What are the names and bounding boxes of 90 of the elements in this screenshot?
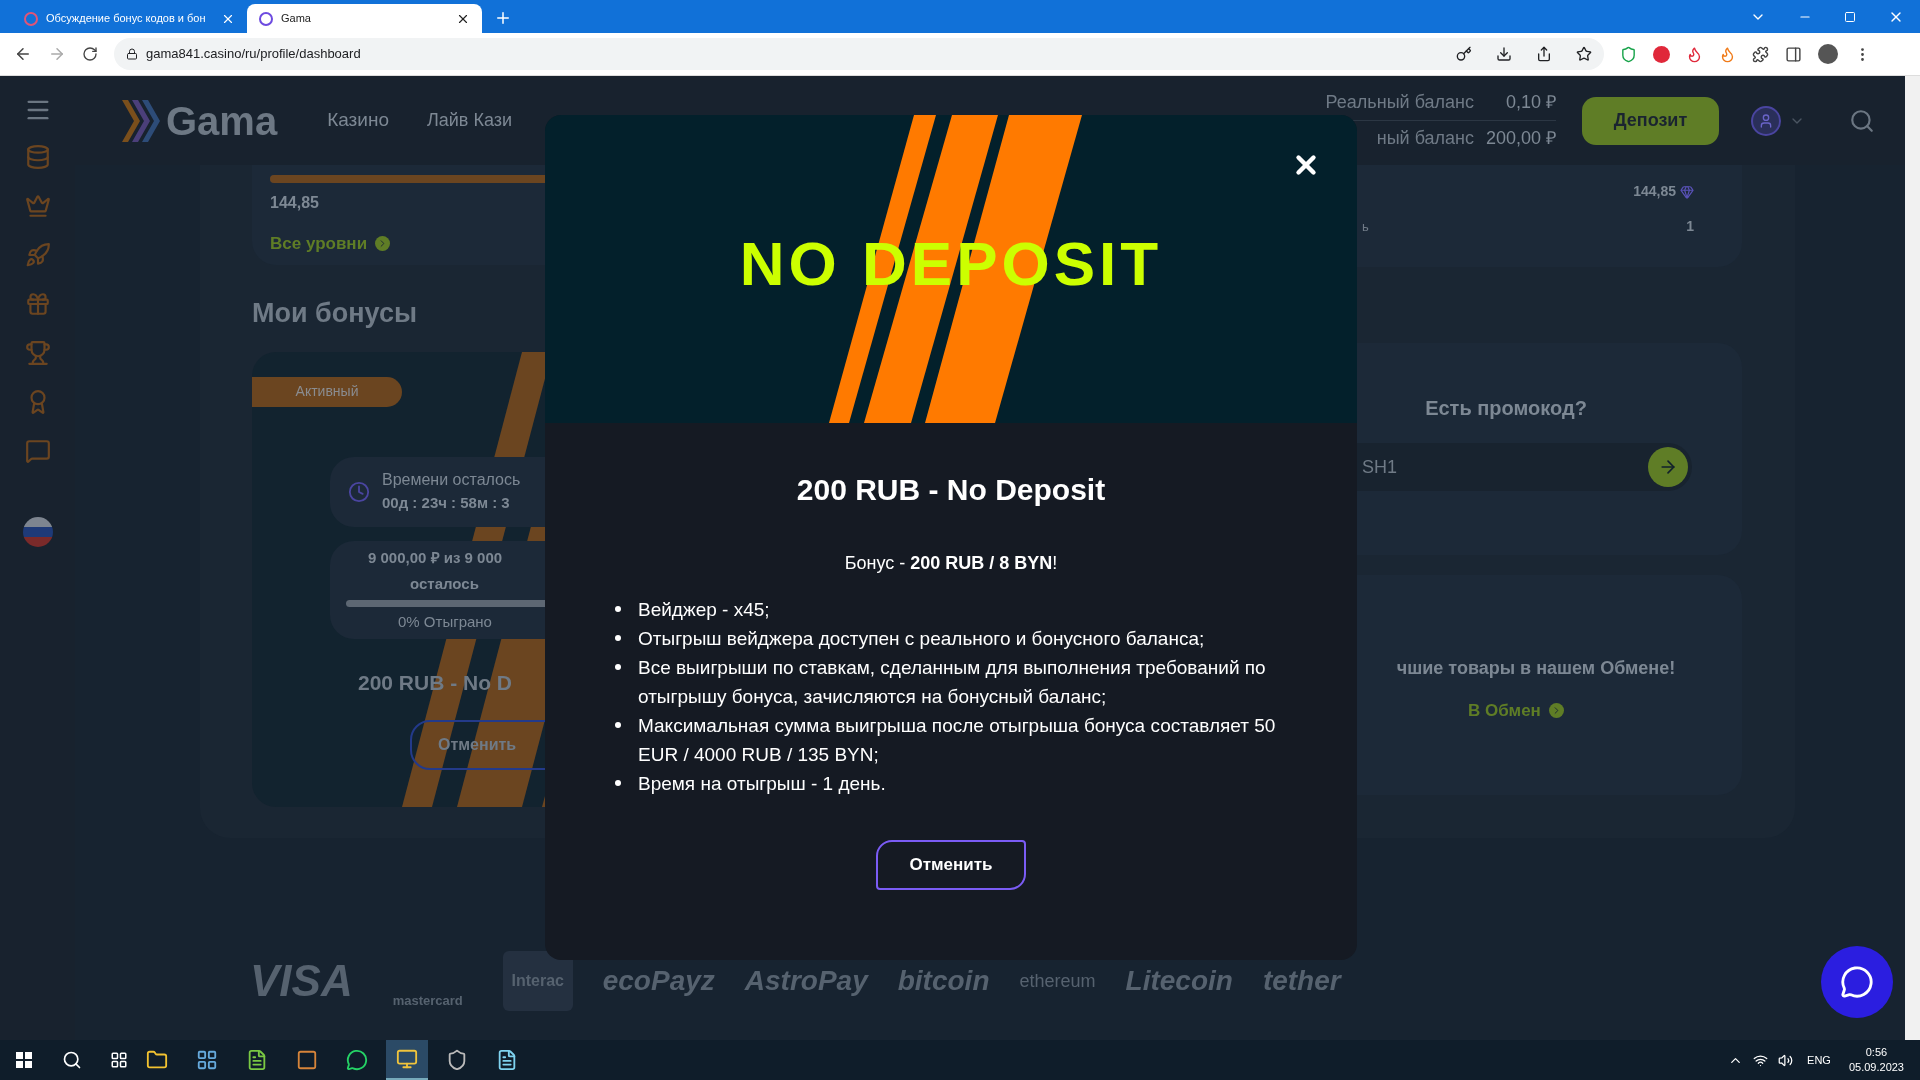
extensions-icon[interactable] — [1752, 45, 1769, 63]
payment-logo: bitcoin — [897, 964, 990, 998]
bullet-icon — [615, 722, 621, 728]
folder-icon[interactable] — [146, 1049, 168, 1071]
new-tab-icon[interactable] — [494, 9, 512, 27]
browser-icon[interactable] — [396, 1048, 418, 1070]
download-icon[interactable] — [1496, 46, 1512, 62]
wagered-percent: 0% Отыграно — [398, 611, 492, 632]
payment-logo: VISA — [250, 955, 353, 1007]
payment-logo: ethereum — [1019, 969, 1096, 993]
balance-value: 0,10 ₽ — [1504, 90, 1556, 114]
share-icon[interactable] — [1536, 46, 1552, 62]
stat-value: 144,85 — [1633, 182, 1676, 201]
wager-amount: 9 000,00 ₽ из 9 000 — [368, 547, 503, 568]
dialog-title: 200 RUB - No Deposit — [796, 472, 1106, 508]
profile-avatar[interactable] — [1818, 44, 1838, 64]
section-title: Мои бонусы — [252, 297, 418, 330]
payment-logo: mastercard — [391, 992, 464, 1011]
rule-text: Все выигрыши по ставкам, сделанным для выполнения требований по отыгрышу бонуса, зачисляются на бонусный баланс; — [638, 656, 1267, 709]
rule-text: Вейджер - x45; — [638, 598, 771, 622]
cancel-button[interactable]: Отменить — [876, 840, 1026, 890]
side-panel-icon[interactable] — [1785, 45, 1802, 63]
flame-icon[interactable] — [1719, 45, 1736, 63]
browser-tab[interactable]: Обсуждение бонус кодов и бон — [12, 4, 247, 33]
tab-title: Gama — [281, 11, 312, 27]
site-favicon-icon — [24, 11, 38, 26]
stat-value: 1 — [1686, 217, 1694, 236]
document-icon[interactable] — [246, 1049, 268, 1071]
task-view-icon[interactable] — [110, 1051, 128, 1069]
exchange-link[interactable]: В Обмен — [1468, 698, 1541, 724]
payment-logo: Litecoin — [1125, 964, 1233, 998]
shield-icon[interactable] — [446, 1049, 468, 1071]
wager-remaining: осталось — [410, 574, 479, 594]
status-badge: Активный — [252, 376, 402, 407]
back-icon[interactable] — [14, 45, 32, 63]
clock-icon — [348, 480, 370, 503]
chevron-right-icon — [1548, 703, 1564, 719]
language-indicator[interactable]: ENG — [1807, 1051, 1831, 1069]
browser-tab[interactable]: Gama — [247, 4, 482, 33]
restore-icon[interactable] — [1844, 10, 1856, 23]
exchange-text: чшие товары в нашем Обмене! — [1396, 657, 1676, 680]
volume-icon[interactable] — [1778, 1052, 1794, 1068]
site-logo[interactable]: Gama — [166, 100, 278, 141]
payment-logo: AstroPay — [744, 964, 868, 998]
key-icon[interactable] — [1456, 46, 1472, 62]
nav-link[interactable]: Казино — [327, 106, 389, 135]
tab-title: Обсуждение бонус кодов и бон — [46, 11, 207, 27]
payment-logo: ecoPayz — [602, 964, 715, 998]
stat-label: ь — [1362, 217, 1369, 236]
all-levels-link[interactable]: Все уровни — [270, 231, 368, 257]
flame-icon[interactable] — [1686, 45, 1703, 63]
submit-arrow-button[interactable] — [1648, 447, 1688, 487]
level-points: 144,85 — [270, 193, 320, 213]
timer-label: Времени осталось — [382, 470, 521, 491]
bonus-intro: Бонус - 200 RUB / 8 BYN! — [844, 552, 1058, 575]
balance-value: 200,00 ₽ — [1484, 127, 1556, 150]
chat-icon[interactable] — [346, 1049, 368, 1071]
address-bar[interactable]: gama841.casino/ru/profile/dashboard — [114, 38, 1604, 70]
reload-icon[interactable] — [82, 46, 98, 62]
nav-link[interactable]: Лайв Кази — [427, 107, 513, 134]
balance-label: ный баланс — [1376, 127, 1474, 150]
windows-start-icon[interactable] — [16, 1052, 32, 1068]
bullet-icon — [615, 635, 621, 641]
star-icon[interactable] — [1576, 46, 1592, 62]
logo-chevrons-icon — [120, 97, 162, 144]
bullet-icon — [615, 664, 621, 670]
payment-logo: tether — [1262, 964, 1341, 998]
search-icon[interactable] — [62, 1050, 82, 1070]
balance-label: Реальный баланс — [1325, 90, 1474, 114]
scrollbar[interactable] — [1905, 76, 1920, 1040]
rule-text: Время на отыгрыш - 1 день. — [638, 772, 887, 796]
timer-value: 00д : 23ч : 58м : 3 — [382, 493, 511, 514]
network-icon[interactable] — [1753, 1052, 1769, 1068]
promo-code-field[interactable]: SH1 — [1354, 443, 1692, 491]
deposit-button[interactable]: Депозит — [1582, 96, 1719, 145]
clock-date: 05.09.2023 — [1848, 1060, 1904, 1075]
site-favicon-icon — [259, 11, 273, 26]
notepad-icon[interactable] — [496, 1049, 518, 1071]
rule-text: Отыгрыш вейджера доступен с реального и бонусного баланса; — [638, 627, 1206, 651]
chat-bubble-icon — [1840, 965, 1874, 999]
chevron-right-icon — [375, 236, 391, 252]
gem-icon — [1680, 184, 1694, 199]
bullet-icon — [615, 606, 621, 612]
lock-icon — [126, 48, 138, 60]
bullet-icon — [615, 780, 621, 786]
clock-time: 0:56 — [1865, 1045, 1888, 1060]
promo-title: Есть промокод? — [1425, 396, 1587, 421]
russia-flag-icon[interactable] — [22, 517, 53, 547]
rule-text: Максимальная сумма выигрыша после отыгрыша бонуса составляет 50 EUR / 4000 RUB / 135 BYN; — [638, 714, 1277, 767]
user-avatar[interactable] — [1751, 105, 1781, 136]
